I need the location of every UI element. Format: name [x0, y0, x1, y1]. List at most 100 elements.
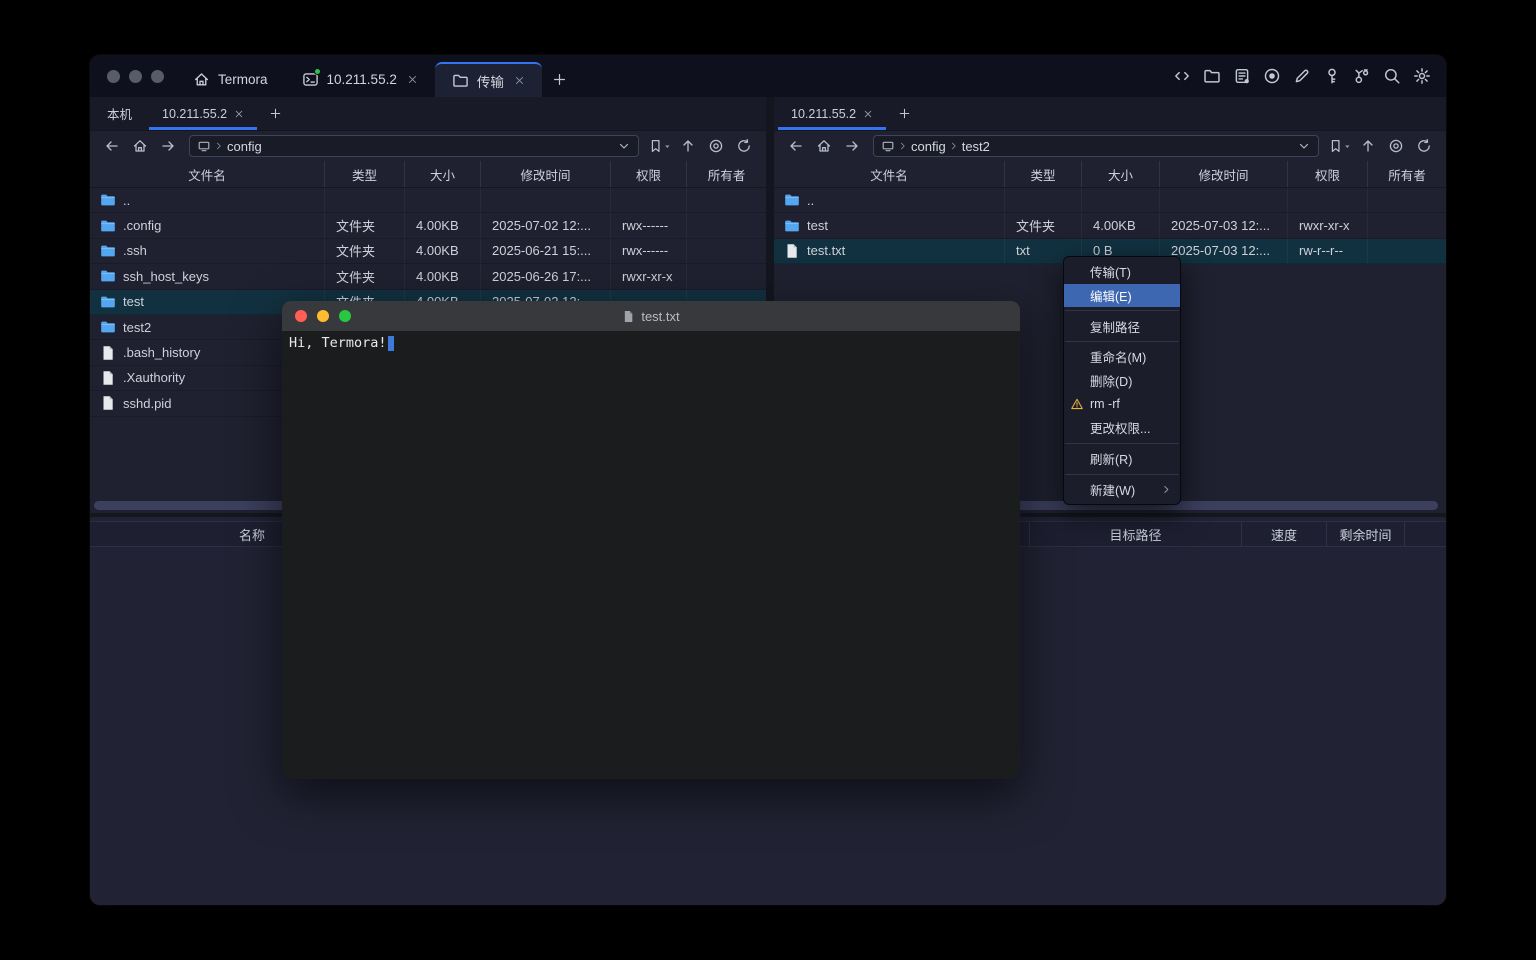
- table-row[interactable]: .ssh文件夹4.00KB2025-06-21 15:...rwx------: [90, 239, 766, 264]
- up-icon: [1360, 138, 1376, 154]
- menu-separator: [1065, 443, 1179, 444]
- forward-button[interactable]: [156, 135, 180, 157]
- column-header[interactable]: 所有者: [687, 161, 766, 187]
- window-zoom-button[interactable]: [151, 70, 164, 83]
- folder-icon[interactable]: [1203, 67, 1221, 85]
- path-segment[interactable]: test2: [962, 139, 990, 154]
- window-minimize-button[interactable]: [129, 70, 142, 83]
- log-icon[interactable]: [1233, 67, 1251, 85]
- home-button[interactable]: [128, 135, 152, 157]
- menu-item[interactable]: 删除(D): [1064, 369, 1180, 393]
- chevron-down-icon[interactable]: [1297, 139, 1311, 153]
- menu-separator: [1065, 341, 1179, 342]
- file-name-cell: .ssh: [90, 239, 325, 263]
- right-panel-toolbar: config test2: [774, 131, 1446, 161]
- chevron-down-icon[interactable]: [617, 139, 631, 153]
- settings-icon[interactable]: [1413, 67, 1431, 85]
- home-icon: [193, 71, 210, 88]
- left-panel-new-tab-button[interactable]: [259, 97, 291, 130]
- close-icon[interactable]: [407, 74, 418, 85]
- bookmarks-button[interactable]: [648, 135, 672, 157]
- column-header[interactable]: 权限: [1288, 161, 1368, 187]
- column-header[interactable]: 所有者: [1368, 161, 1446, 187]
- table-row[interactable]: ..: [774, 188, 1446, 213]
- edit-icon[interactable]: [1293, 67, 1311, 85]
- window-close-button[interactable]: [107, 70, 120, 83]
- window-tab-ssh-session[interactable]: 10.211.55.2: [285, 62, 435, 97]
- editor-minimize-button[interactable]: [317, 310, 329, 322]
- menu-item[interactable]: 新建(W): [1064, 478, 1180, 502]
- show-hidden-files-button[interactable]: [1384, 135, 1408, 157]
- parent-directory-button[interactable]: [676, 135, 700, 157]
- column-header[interactable]: 文件名: [90, 161, 325, 187]
- new-tab-button[interactable]: [542, 62, 578, 97]
- transfer-column-header[interactable]: 剩余时间: [1327, 522, 1405, 546]
- file-permissions-cell: rwxr-xr-x: [1288, 213, 1368, 237]
- record-icon[interactable]: [1263, 67, 1281, 85]
- plus-icon: [552, 72, 567, 87]
- table-row[interactable]: ssh_host_keys文件夹4.00KB2025-06-26 17:...r…: [90, 264, 766, 289]
- menu-item[interactable]: 更改权限...: [1064, 416, 1180, 440]
- menu-item[interactable]: 传输(T): [1064, 260, 1180, 284]
- right-panel-path-field[interactable]: config test2: [873, 135, 1319, 157]
- column-header[interactable]: 类型: [1005, 161, 1082, 187]
- window-tab-transfer[interactable]: 传输: [435, 62, 542, 97]
- parent-directory-button[interactable]: [1356, 135, 1380, 157]
- right-panel-new-tab-button[interactable]: [888, 97, 920, 130]
- close-icon[interactable]: [514, 75, 525, 86]
- column-header[interactable]: 类型: [325, 161, 405, 187]
- transfer-column-header[interactable]: [1405, 522, 1446, 546]
- file-name: test: [123, 294, 144, 309]
- editor-content[interactable]: Hi, Termora!: [282, 331, 1020, 779]
- file-type-cell: 文件夹: [325, 239, 405, 263]
- keychain-icon[interactable]: [1353, 67, 1371, 85]
- window-tab-termora[interactable]: Termora: [176, 62, 285, 97]
- left-panel-toolbar: config: [90, 131, 766, 161]
- refresh-button[interactable]: [732, 135, 756, 157]
- left-panel-tab-local[interactable]: 本机: [92, 97, 147, 130]
- path-segment[interactable]: config: [227, 139, 262, 154]
- column-header[interactable]: 修改时间: [481, 161, 611, 187]
- table-row[interactable]: test文件夹4.00KB2025-07-03 12:...rwxr-xr-x: [774, 213, 1446, 238]
- editor-zoom-button[interactable]: [339, 310, 351, 322]
- tab-label: 本机: [107, 104, 132, 123]
- editor-titlebar[interactable]: test.txt: [282, 301, 1020, 331]
- forward-button[interactable]: [840, 135, 864, 157]
- key-icon[interactable]: [1323, 67, 1341, 85]
- show-hidden-files-button[interactable]: [704, 135, 728, 157]
- editor-title: test.txt: [622, 309, 679, 324]
- menu-item[interactable]: 刷新(R): [1064, 447, 1180, 471]
- file-type-cell: [1005, 188, 1082, 212]
- close-icon[interactable]: [863, 109, 873, 119]
- code-icon[interactable]: [1173, 67, 1191, 85]
- column-header[interactable]: 大小: [405, 161, 481, 187]
- menu-item[interactable]: 重命名(M): [1064, 345, 1180, 369]
- menu-item[interactable]: 编辑(E): [1064, 284, 1180, 308]
- menu-item[interactable]: 复制路径: [1064, 314, 1180, 338]
- file-size-cell: 4.00KB: [405, 264, 481, 288]
- column-header[interactable]: 文件名: [774, 161, 1005, 187]
- left-panel-tab-ssh[interactable]: 10.211.55.2: [147, 97, 259, 130]
- back-button[interactable]: [100, 135, 124, 157]
- refresh-button[interactable]: [1412, 135, 1436, 157]
- transfer-column-header[interactable]: 目标路径: [1030, 522, 1242, 546]
- file-type-cell: [325, 188, 405, 212]
- search-icon[interactable]: [1383, 67, 1401, 85]
- menu-item[interactable]: rm -rf: [1064, 392, 1180, 416]
- table-row[interactable]: ..: [90, 188, 766, 213]
- left-panel-path-field[interactable]: config: [189, 135, 639, 157]
- home-icon: [132, 138, 148, 154]
- back-button[interactable]: [784, 135, 808, 157]
- home-button[interactable]: [812, 135, 836, 157]
- file-mtime-cell: 2025-07-02 12:...: [481, 213, 611, 237]
- right-panel-tab-ssh[interactable]: 10.211.55.2: [776, 97, 888, 130]
- editor-close-button[interactable]: [295, 310, 307, 322]
- column-header[interactable]: 权限: [611, 161, 687, 187]
- transfer-column-header[interactable]: 速度: [1242, 522, 1327, 546]
- table-row[interactable]: .config文件夹4.00KB2025-07-02 12:...rwx----…: [90, 213, 766, 238]
- close-icon[interactable]: [234, 109, 244, 119]
- bookmarks-button[interactable]: [1328, 135, 1352, 157]
- path-segment[interactable]: config: [911, 139, 946, 154]
- column-header[interactable]: 修改时间: [1160, 161, 1288, 187]
- column-header[interactable]: 大小: [1082, 161, 1160, 187]
